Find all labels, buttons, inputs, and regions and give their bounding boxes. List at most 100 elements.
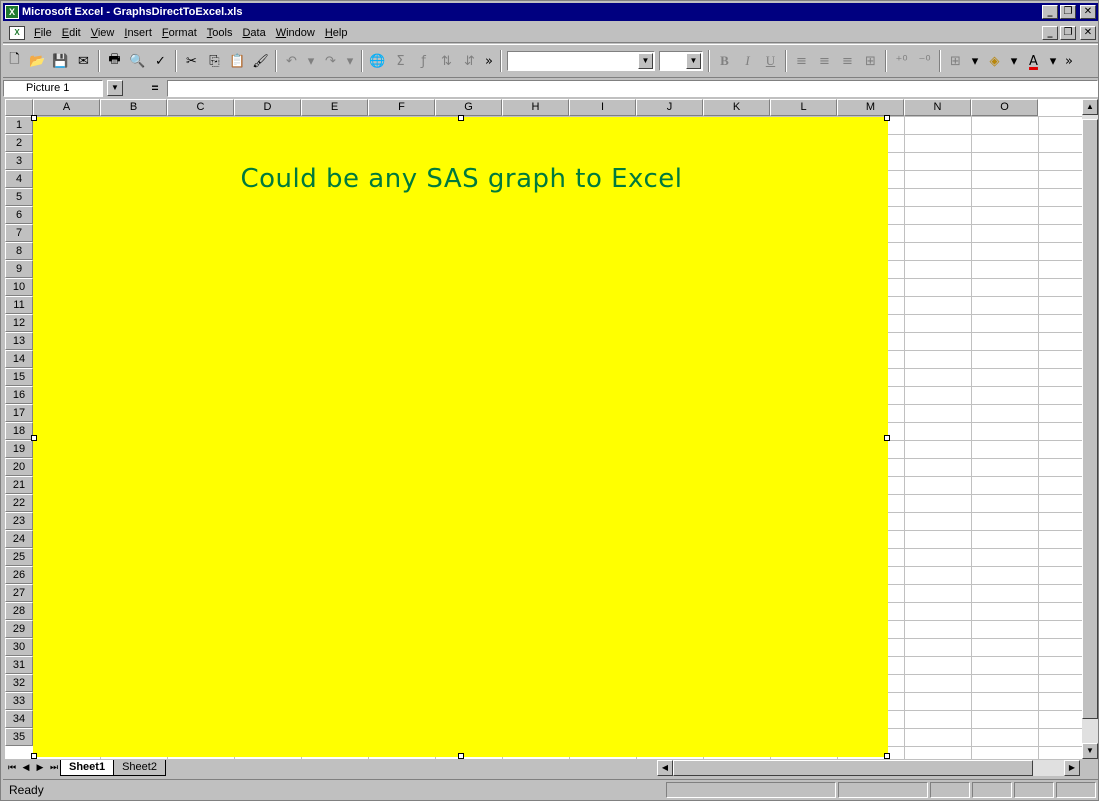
row-header-20[interactable]: 20: [5, 458, 33, 476]
row-header-6[interactable]: 6: [5, 206, 33, 224]
font-color-dropdown-icon[interactable]: ▾: [1045, 50, 1061, 72]
sort-descending-icon[interactable]: ⇵: [458, 50, 481, 72]
row-header-28[interactable]: 28: [5, 602, 33, 620]
scroll-left-icon[interactable]: ◀: [657, 760, 673, 776]
italic-icon[interactable]: I: [736, 50, 759, 72]
title-bar[interactable]: X Microsoft Excel - GraphsDirectToExcel.…: [3, 3, 1098, 21]
name-box-dropdown-icon[interactable]: ▼: [107, 80, 123, 96]
paste-icon[interactable]: 📋: [226, 50, 249, 72]
column-header-i[interactable]: I: [569, 99, 636, 116]
row-header-2[interactable]: 2: [5, 134, 33, 152]
row-header-29[interactable]: 29: [5, 620, 33, 638]
spelling-icon[interactable]: ✓: [149, 50, 172, 72]
row-header-12[interactable]: 12: [5, 314, 33, 332]
function-icon[interactable]: ƒ: [412, 50, 435, 72]
doc-minimize-button[interactable]: _: [1042, 25, 1058, 40]
horizontal-scroll-thumb[interactable]: [673, 760, 1033, 776]
resize-handle-top-right[interactable]: [884, 115, 890, 121]
save-icon[interactable]: 💾: [49, 50, 72, 72]
font-name-dropdown-icon[interactable]: ▼: [638, 53, 653, 69]
menu-file[interactable]: File: [29, 27, 57, 39]
row-header-31[interactable]: 31: [5, 656, 33, 674]
menu-view[interactable]: View: [86, 27, 120, 39]
fill-color-icon[interactable]: ◈: [983, 50, 1006, 72]
menu-edit[interactable]: Edit: [57, 27, 86, 39]
increase-decimal-icon[interactable]: ⁺⁰: [890, 50, 913, 72]
print-icon[interactable]: 🖶: [103, 50, 126, 72]
workbook-icon[interactable]: X: [9, 25, 25, 40]
row-header-26[interactable]: 26: [5, 566, 33, 584]
column-header-h[interactable]: H: [502, 99, 569, 116]
row-header-22[interactable]: 22: [5, 494, 33, 512]
row-header-10[interactable]: 10: [5, 278, 33, 296]
column-header-b[interactable]: B: [100, 99, 167, 116]
merge-center-icon[interactable]: ⊞: [859, 50, 882, 72]
maximize-button[interactable]: ❐: [1060, 5, 1076, 19]
name-box[interactable]: Picture 1: [3, 79, 103, 97]
autosum-icon[interactable]: Σ: [389, 50, 412, 72]
row-header-17[interactable]: 17: [5, 404, 33, 422]
decrease-decimal-icon[interactable]: ⁻⁰: [913, 50, 936, 72]
row-header-19[interactable]: 19: [5, 440, 33, 458]
embedded-picture[interactable]: Could be any SAS graph to Excel: [31, 115, 890, 759]
row-header-4[interactable]: 4: [5, 170, 33, 188]
doc-restore-button[interactable]: ❐: [1060, 25, 1076, 40]
row-header-35[interactable]: 35: [5, 728, 33, 746]
excel-app-icon[interactable]: X: [5, 5, 19, 19]
resize-handle-right[interactable]: [884, 435, 890, 441]
font-size-dropdown-icon[interactable]: ▼: [686, 53, 701, 69]
row-header-1[interactable]: 1: [5, 116, 33, 134]
column-header-j[interactable]: J: [636, 99, 703, 116]
column-header-d[interactable]: D: [234, 99, 301, 116]
column-header-c[interactable]: C: [167, 99, 234, 116]
row-header-25[interactable]: 25: [5, 548, 33, 566]
next-sheet-icon[interactable]: ▶: [33, 760, 47, 776]
column-header-a[interactable]: A: [33, 99, 100, 116]
sheet-tab-sheet1[interactable]: Sheet1: [60, 760, 115, 776]
align-center-icon[interactable]: ≡: [813, 50, 836, 72]
row-header-14[interactable]: 14: [5, 350, 33, 368]
more-buttons-icon[interactable]: »: [481, 50, 497, 72]
menu-tools[interactable]: Tools: [202, 27, 238, 39]
select-all-corner[interactable]: [5, 99, 33, 116]
column-header-n[interactable]: N: [904, 99, 971, 116]
column-header-o[interactable]: O: [971, 99, 1038, 116]
menu-format[interactable]: Format: [157, 27, 202, 39]
row-header-30[interactable]: 30: [5, 638, 33, 656]
font-name-combo[interactable]: ▼: [507, 51, 655, 71]
font-size-combo[interactable]: ▼: [659, 51, 703, 71]
row-header-8[interactable]: 8: [5, 242, 33, 260]
align-right-icon[interactable]: ≡: [836, 50, 859, 72]
row-header-7[interactable]: 7: [5, 224, 33, 242]
resize-handle-left[interactable]: [31, 435, 37, 441]
minimize-button[interactable]: _: [1042, 5, 1058, 19]
new-icon[interactable]: 🗋: [3, 50, 26, 72]
row-header-27[interactable]: 27: [5, 584, 33, 602]
row-header-16[interactable]: 16: [5, 386, 33, 404]
print-preview-icon[interactable]: 🔍: [126, 50, 149, 72]
menu-help[interactable]: Help: [320, 27, 353, 39]
vertical-scrollbar[interactable]: ▲ ▼: [1082, 99, 1098, 759]
row-header-24[interactable]: 24: [5, 530, 33, 548]
format-painter-icon[interactable]: 🖌: [249, 50, 272, 72]
undo-icon[interactable]: ↶: [280, 50, 303, 72]
sheet-tab-sheet2[interactable]: Sheet2: [113, 760, 166, 776]
column-header-e[interactable]: E: [301, 99, 368, 116]
underline-icon[interactable]: U: [759, 50, 782, 72]
row-header-11[interactable]: 11: [5, 296, 33, 314]
scroll-up-icon[interactable]: ▲: [1082, 99, 1098, 115]
redo-icon[interactable]: ↷: [319, 50, 342, 72]
cut-icon[interactable]: ✂: [180, 50, 203, 72]
menu-window[interactable]: Window: [271, 27, 320, 39]
vertical-scroll-thumb[interactable]: [1082, 119, 1098, 719]
more-format-buttons-icon[interactable]: »: [1061, 50, 1077, 72]
horizontal-scrollbar[interactable]: ◀ ▶: [657, 760, 1080, 776]
scroll-down-icon[interactable]: ▼: [1082, 743, 1098, 759]
redo-dropdown-icon[interactable]: ▾: [342, 50, 358, 72]
undo-dropdown-icon[interactable]: ▾: [303, 50, 319, 72]
align-left-icon[interactable]: ≡: [790, 50, 813, 72]
menu-insert[interactable]: Insert: [119, 27, 157, 39]
column-header-f[interactable]: F: [368, 99, 435, 116]
prev-sheet-icon[interactable]: ◀: [19, 760, 33, 776]
column-header-g[interactable]: G: [435, 99, 502, 116]
